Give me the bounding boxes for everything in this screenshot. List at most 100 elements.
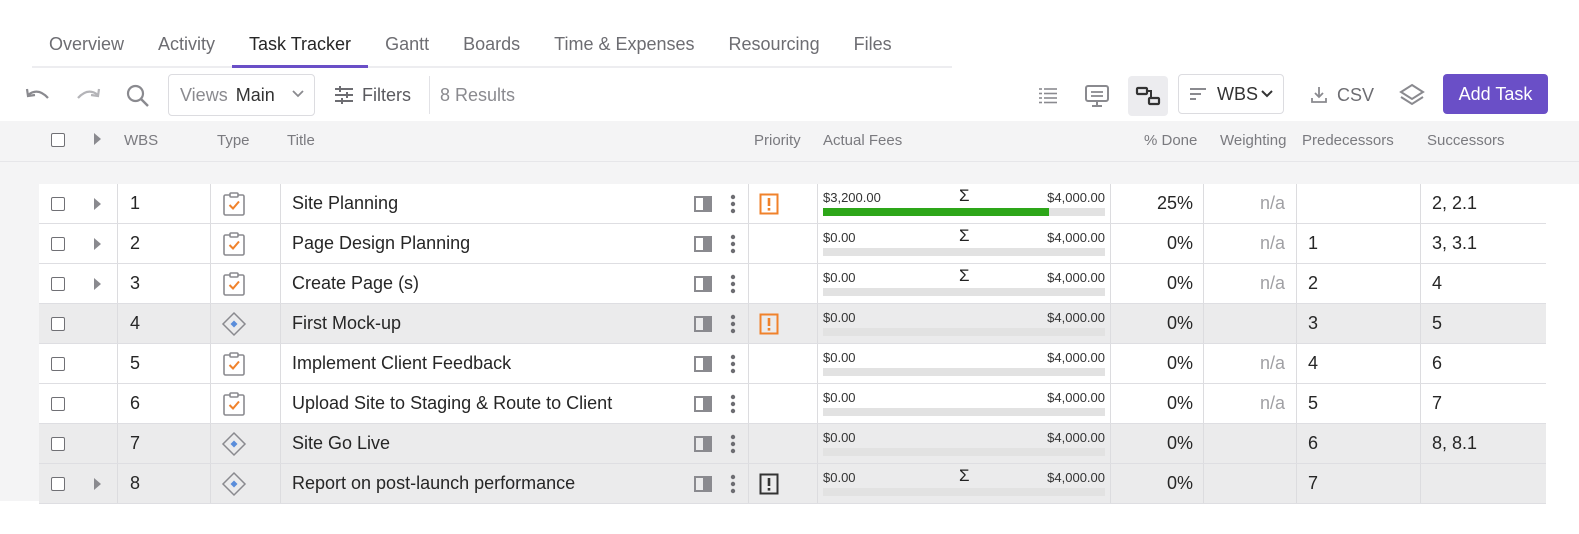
task-title[interactable]: Implement Client Feedback <box>292 344 511 383</box>
weighting: n/a <box>1259 273 1285 293</box>
priority-high-icon[interactable] <box>759 304 779 343</box>
dependency-view-icon[interactable] <box>1128 76 1168 116</box>
pct-done: 25% <box>1156 193 1193 213</box>
task-title[interactable]: Site Planning <box>292 184 398 223</box>
priority-high-icon[interactable] <box>759 184 779 223</box>
tab-resourcing[interactable]: Resourcing <box>712 34 837 66</box>
select-all-checkbox[interactable] <box>51 133 65 147</box>
table-row[interactable]: 1 Site Planning $3,200.00 Σ $4,000.00 25% n/a 2… <box>39 184 1546 224</box>
tab-time-expenses[interactable]: Time & Expenses <box>537 34 711 66</box>
more-options-icon[interactable] <box>730 464 736 503</box>
row-checkbox[interactable] <box>51 424 65 463</box>
filters-button[interactable]: Filters <box>334 74 411 116</box>
table-row[interactable]: 5 Implement Client Feedback $0.00 $4,000.00… <box>39 344 1546 384</box>
expand-caret-icon[interactable] <box>94 264 101 303</box>
side-panel-icon[interactable] <box>694 464 712 503</box>
toolbar: Views Main Filters 8 Results WBS CSV Add… <box>0 72 1579 120</box>
column-header-title[interactable]: Title <box>287 132 315 149</box>
sort-dropdown[interactable]: WBS <box>1178 74 1284 114</box>
table-row[interactable]: 3 Create Page (s) $0.00 Σ $4,000.00 0% n/a 2 4 <box>39 264 1546 304</box>
column-header-actual-fees[interactable]: Actual Fees <box>823 132 902 149</box>
expand-caret-icon[interactable] <box>94 464 101 503</box>
table-row[interactable]: 2 Page Design Planning $0.00 Σ $4,000.00 0% n/… <box>39 224 1546 264</box>
more-options-icon[interactable] <box>730 224 736 263</box>
column-header-weighting[interactable]: Weighting <box>1220 132 1286 149</box>
download-icon <box>1311 87 1327 103</box>
side-panel-icon[interactable] <box>694 184 712 223</box>
table-row[interactable]: 6 Upload Site to Staging & Route to Clien… <box>39 384 1546 424</box>
column-divider <box>117 424 118 463</box>
more-options-icon[interactable] <box>730 384 736 423</box>
fee-progress-bar <box>823 368 1105 376</box>
more-options-icon[interactable] <box>730 304 736 343</box>
column-header-predecessors[interactable]: Predecessors <box>1302 132 1394 149</box>
redo-icon[interactable] <box>72 80 104 112</box>
csv-export-button[interactable]: CSV <box>1310 74 1374 116</box>
column-divider <box>1296 464 1297 503</box>
fee-actual: $3,200.00 <box>823 190 881 205</box>
display-settings-icon[interactable] <box>1081 80 1113 112</box>
row-checkbox[interactable] <box>51 224 65 263</box>
column-header-type[interactable]: Type <box>217 132 250 149</box>
side-panel-icon[interactable] <box>694 344 712 383</box>
fee-progress-bar <box>823 288 1105 296</box>
column-divider <box>748 344 749 383</box>
side-panel-icon[interactable] <box>694 304 712 343</box>
row-checkbox[interactable] <box>51 384 65 423</box>
fee-progress-bar <box>823 208 1105 216</box>
table-row[interactable]: 4 First Mock-up $0.00 $4,000.00 0% 3 5 <box>39 304 1546 344</box>
pct-done: 0% <box>1166 393 1193 413</box>
more-options-icon[interactable] <box>730 184 736 223</box>
expand-caret-icon[interactable] <box>94 184 101 223</box>
side-panel-icon[interactable] <box>694 224 712 263</box>
column-divider <box>1420 464 1421 503</box>
column-divider <box>117 304 118 343</box>
layers-icon[interactable] <box>1396 80 1428 112</box>
table-row[interactable]: 8 Report on post-launch performance $0.00 Σ… <box>39 464 1546 504</box>
task-title[interactable]: Page Design Planning <box>292 224 470 263</box>
tab-task-tracker[interactable]: Task Tracker <box>232 34 369 68</box>
column-header-wbs[interactable]: WBS <box>124 132 158 149</box>
task-title[interactable]: Site Go Live <box>292 424 390 463</box>
row-checkbox[interactable] <box>51 344 65 383</box>
undo-icon[interactable] <box>22 80 54 112</box>
column-divider <box>817 424 818 463</box>
column-divider <box>210 184 211 223</box>
add-task-button[interactable]: Add Task <box>1443 74 1548 114</box>
tab-boards[interactable]: Boards <box>446 34 537 66</box>
task-title[interactable]: Create Page (s) <box>292 264 419 303</box>
column-header-successors[interactable]: Successors <box>1427 132 1505 149</box>
task-title[interactable]: Upload Site to Staging & Route to Client <box>292 384 612 423</box>
table-row[interactable]: 7 Site Go Live $0.00 $4,000.00 0% 6 8, 8.1 <box>39 424 1546 464</box>
views-dropdown[interactable]: Views Main <box>168 74 315 116</box>
column-divider <box>1420 424 1421 463</box>
list-density-icon[interactable] <box>1032 80 1064 112</box>
tab-gantt[interactable]: Gantt <box>368 34 446 66</box>
column-header-priority[interactable]: Priority <box>754 132 801 149</box>
column-divider <box>210 344 211 383</box>
row-checkbox[interactable] <box>51 264 65 303</box>
tab-activity[interactable]: Activity <box>141 34 232 66</box>
tab-files[interactable]: Files <box>837 34 909 66</box>
more-options-icon[interactable] <box>730 264 736 303</box>
side-panel-icon[interactable] <box>694 384 712 423</box>
row-checkbox[interactable] <box>51 304 65 343</box>
search-icon[interactable] <box>122 80 154 112</box>
row-checkbox[interactable] <box>51 184 65 223</box>
more-options-icon[interactable] <box>730 424 736 463</box>
expand-caret-icon[interactable] <box>94 224 101 263</box>
more-options-icon[interactable] <box>730 344 736 383</box>
tab-overview[interactable]: Overview <box>32 34 141 66</box>
row-checkbox[interactable] <box>51 464 65 503</box>
task-title[interactable]: Report on post-launch performance <box>292 464 575 503</box>
column-divider <box>210 464 211 503</box>
priority-critical-icon[interactable] <box>759 464 779 503</box>
expand-all-icon[interactable] <box>94 133 101 145</box>
column-divider <box>748 224 749 263</box>
grid-spacer <box>0 162 1579 184</box>
side-panel-icon[interactable] <box>694 424 712 463</box>
actual-fees-cell: $0.00 $4,000.00 <box>823 430 1105 458</box>
column-header-pct-done[interactable]: % Done <box>1144 132 1197 149</box>
task-title[interactable]: First Mock-up <box>292 304 401 343</box>
side-panel-icon[interactable] <box>694 264 712 303</box>
